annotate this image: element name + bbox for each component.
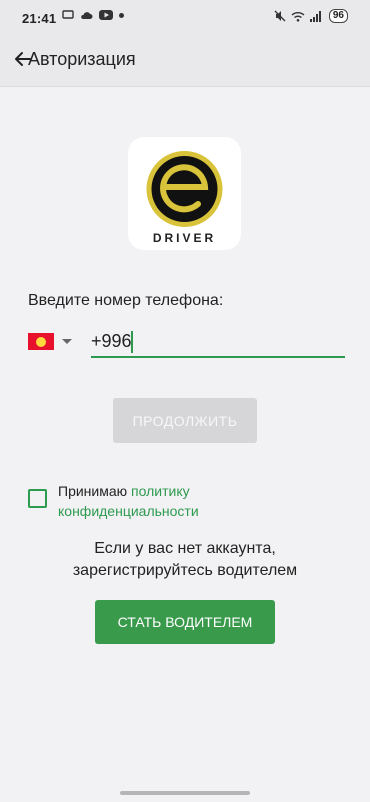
page-title: Авторизация <box>28 49 136 69</box>
logo-text: DRIVER <box>152 231 217 245</box>
register-info: Если у вас нет аккаунта, зарегистрируйте… <box>0 538 370 582</box>
cloud-icon <box>81 11 93 19</box>
register-info-line2: зарегистрируйтесь водителем <box>72 562 298 579</box>
privacy-checkbox[interactable] <box>28 489 47 508</box>
status-left-icons <box>62 10 124 20</box>
screen-share-icon <box>62 10 74 19</box>
kyrgyzstan-flag-icon <box>28 333 54 350</box>
continue-button[interactable]: ПРОДОЛЖИТЬ <box>113 398 257 443</box>
app-logo: DRIVER <box>128 137 241 250</box>
signal-icon <box>309 10 321 22</box>
youtube-icon <box>99 10 113 20</box>
app-bar: Авторизация <box>0 36 370 87</box>
status-bar: 21:41 96 <box>0 0 370 36</box>
terms-prefix: Принимаю <box>58 483 132 499</box>
phone-prompt-label: Введите номер телефона: <box>28 292 224 309</box>
privacy-policy-link[interactable]: политику <box>131 483 190 499</box>
wifi-icon <box>291 11 305 22</box>
chevron-down-icon <box>62 339 72 344</box>
privacy-terms-text: Принимаю политику конфиденциальности <box>58 481 199 521</box>
phone-input[interactable] <box>91 326 345 358</box>
status-time: 21:41 <box>22 11 57 26</box>
register-info-line1: Если у вас нет аккаунта, <box>94 540 276 557</box>
home-indicator[interactable] <box>120 791 250 795</box>
text-cursor <box>131 331 133 353</box>
country-selector[interactable] <box>28 333 72 350</box>
privacy-policy-link-cont[interactable]: конфиденциальности <box>58 503 199 519</box>
mute-icon <box>274 10 286 22</box>
notification-dot-icon <box>119 12 124 18</box>
become-driver-button[interactable]: СТАТЬ ВОДИТЕЛЕМ <box>95 600 275 644</box>
status-right-icons: 96 <box>274 9 348 23</box>
battery-indicator: 96 <box>328 9 348 23</box>
